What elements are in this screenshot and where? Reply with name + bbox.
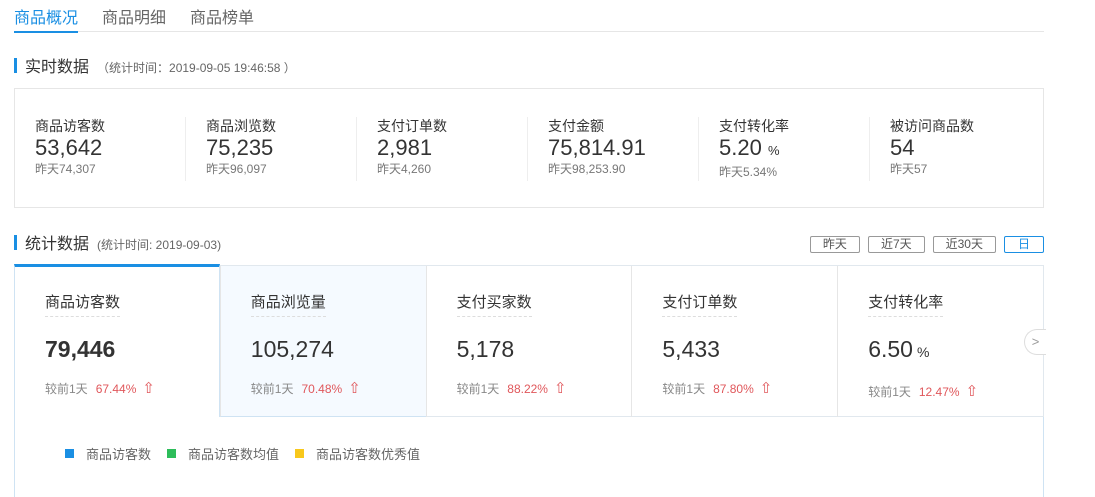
range-7days-button[interactable]: 近7天	[867, 236, 925, 253]
card-compare: 较前1天 87.80% ⇧	[662, 380, 773, 397]
metric-label: 被访问商品数	[890, 118, 974, 134]
metric-value: 54	[890, 135, 915, 160]
section-marker	[14, 57, 17, 73]
tab-detail[interactable]: 商品明细	[102, 4, 166, 28]
tab-bar: 商品概况 商品明细 商品榜单	[14, 0, 1044, 33]
card-label: 商品访客数	[45, 291, 121, 317]
realtime-metric: 支付金额 75,814.91 昨天98,253.90	[528, 117, 699, 181]
realtime-metric: 商品访客数 53,642 昨天74,307	[15, 117, 186, 181]
card-label: 支付订单数	[662, 291, 738, 317]
card-label: 支付转化率	[868, 291, 944, 317]
arrow-up-icon: ⇧	[142, 380, 155, 397]
card-value: 6.50%	[868, 336, 930, 362]
stats-cards: 商品访客数 79,446 较前1天 67.44% ⇧ 商品浏览量 105,274 较前1天 7…	[14, 264, 1044, 417]
legend-swatch	[167, 449, 177, 458]
metric-label: 支付金额	[548, 118, 604, 134]
card-value: 79,446	[45, 336, 116, 362]
metric-yesterday: 昨天74,307	[35, 162, 96, 176]
realtime-metric: 支付订单数 2,981 昨天4,260	[357, 117, 528, 181]
card-compare: 较前1天 88.22% ⇧	[456, 380, 567, 397]
section-subtitle: (统计时间: 2019-09-03)	[97, 238, 222, 252]
arrow-up-icon: ⇧	[553, 380, 567, 397]
legend-swatch	[65, 449, 74, 458]
realtime-metric: 被访问商品数 54 昨天57	[870, 117, 1041, 181]
realtime-metric: 支付转化率 5.20 % 昨天5.34%	[699, 117, 870, 181]
range-selector: 昨天 近7天 近30天 日	[809, 236, 1044, 253]
metric-value: 5.20 %	[719, 135, 780, 160]
arrow-up-icon: ⇧	[759, 380, 773, 397]
section-title: 实时数据	[25, 59, 90, 76]
section-subtitle: （统计时间：2019-09-05 19:46:58 ）	[97, 61, 296, 75]
card-compare: 较前1天 67.44% ⇧	[45, 380, 155, 397]
metric-yesterday: 昨天4,260	[377, 162, 432, 176]
card-compare: 较前1天 12.47% ⇧	[868, 383, 979, 400]
section-marker	[14, 234, 17, 250]
chevron-right-icon[interactable]: >	[1024, 329, 1046, 355]
metric-label: 商品访客数	[35, 118, 105, 134]
realtime-header: 实时数据 （统计时间：2019-09-05 19:46:58 ）	[14, 53, 296, 77]
range-yesterday-button[interactable]: 昨天	[809, 236, 860, 253]
stat-card-conversion[interactable]: 支付转化率 6.50% 较前1天 12.47% ⇧	[837, 266, 1043, 417]
realtime-metric: 商品浏览数 75,235 昨天96,097	[186, 117, 357, 181]
card-value: 5,433	[662, 336, 720, 362]
metric-yesterday: 昨天96,097	[206, 162, 267, 176]
legend-item[interactable]: 商品访客数	[65, 444, 151, 463]
card-label: 支付买家数	[456, 291, 532, 317]
card-label: 商品浏览量	[250, 291, 326, 317]
metric-label: 支付订单数	[377, 118, 447, 134]
stat-card-orders[interactable]: 支付订单数 5,433 较前1天 87.80% ⇧	[631, 266, 837, 417]
card-value: 5,178	[456, 336, 515, 362]
realtime-panel: 商品访客数 53,642 昨天74,307 商品浏览数 75,235 昨天96,097 …	[14, 88, 1044, 208]
stat-card-pageviews[interactable]: 商品浏览量 105,274 较前1天 70.48% ⇧	[219, 266, 426, 417]
metric-value: 2,981	[377, 135, 433, 160]
stat-card-visitors[interactable]: 商品访客数 79,446 较前1天 67.44% ⇧	[14, 264, 220, 417]
metric-value: 75,814.91	[548, 135, 646, 160]
metric-value: 75,235	[206, 135, 274, 160]
metric-label: 商品浏览数	[206, 118, 276, 134]
metric-label: 支付转化率	[719, 118, 789, 134]
chart-area: 商品访客数 商品访客数均值 商品访客数优秀值	[14, 417, 1044, 497]
stats-header: 统计数据 (统计时间: 2019-09-03)	[14, 230, 221, 254]
metric-yesterday: 昨天5.34%	[719, 165, 778, 179]
card-value: 105,274	[250, 336, 334, 362]
chart-legend: 商品访客数 商品访客数均值 商品访客数优秀值	[65, 444, 436, 463]
legend-swatch	[295, 449, 305, 458]
section-title: 统计数据	[25, 236, 90, 253]
stat-card-buyers[interactable]: 支付买家数 5,178 较前1天 88.22% ⇧	[425, 266, 632, 417]
range-30days-button[interactable]: 近30天	[932, 236, 996, 253]
arrow-up-icon: ⇧	[965, 383, 979, 400]
legend-item[interactable]: 商品访客数优秀值	[295, 444, 420, 463]
metric-value: 53,642	[35, 135, 103, 160]
arrow-up-icon: ⇧	[348, 380, 361, 397]
card-compare: 较前1天 70.48% ⇧	[250, 380, 361, 397]
tab-overview[interactable]: 商品概况	[14, 4, 79, 33]
tab-ranking[interactable]: 商品榜单	[190, 4, 254, 28]
metric-yesterday: 昨天57	[890, 162, 928, 176]
metric-yesterday: 昨天98,253.90	[548, 162, 626, 176]
legend-item[interactable]: 商品访客数均值	[167, 444, 279, 463]
range-day-button[interactable]: 日	[1003, 236, 1044, 253]
